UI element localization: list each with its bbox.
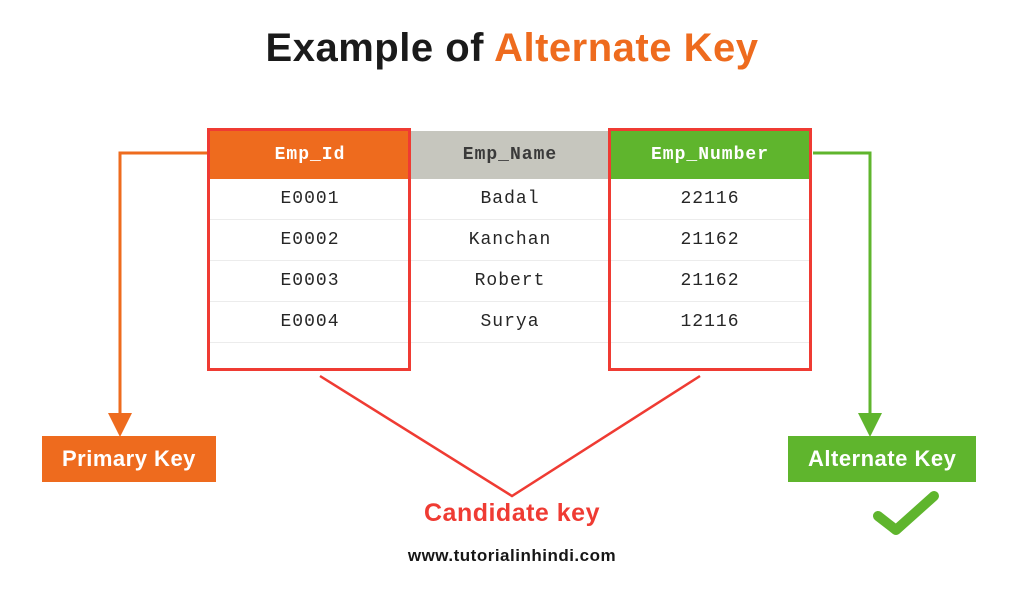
cell-empname: Badal [410, 179, 610, 220]
cell-empid: E0002 [210, 220, 410, 261]
footer-link: www.tutorialinhindi.com [0, 546, 1024, 566]
cell-empid: E0001 [210, 179, 410, 220]
example-table: Emp_Id Emp_Name Emp_Number E0001 Badal 2… [210, 131, 810, 343]
cell-empname: Kanchan [410, 220, 610, 261]
table-row: E0001 Badal 22116 [210, 179, 810, 220]
table-row: E0002 Kanchan 21162 [210, 220, 810, 261]
cell-empid: E0003 [210, 261, 410, 302]
title-part2: Alternate Key [494, 26, 758, 70]
title-part1: Example of [266, 26, 495, 70]
col-header-empid: Emp_Id [210, 131, 410, 179]
page-title: Example of Alternate Key [0, 26, 1024, 71]
v-connector-candidate-key [320, 376, 700, 496]
cell-empname: Robert [410, 261, 610, 302]
table-header-row: Emp_Id Emp_Name Emp_Number [210, 131, 810, 179]
checkmark-icon [872, 488, 942, 538]
alternate-key-label: Alternate Key [788, 436, 976, 482]
example-table-wrap: Emp_Id Emp_Name Emp_Number E0001 Badal 2… [210, 131, 810, 343]
cell-empnumber: 12116 [610, 302, 810, 343]
col-header-empname: Emp_Name [410, 131, 610, 179]
primary-key-label: Primary Key [42, 436, 216, 482]
cell-empnumber: 21162 [610, 220, 810, 261]
col-header-empnumber: Emp_Number [610, 131, 810, 179]
cell-empname: Surya [410, 302, 610, 343]
table-row: E0003 Robert 21162 [210, 261, 810, 302]
cell-empid: E0004 [210, 302, 410, 343]
arrow-primary-key [120, 153, 207, 428]
table-row: E0004 Surya 12116 [210, 302, 810, 343]
cell-empnumber: 21162 [610, 261, 810, 302]
arrow-alternate-key [813, 153, 870, 428]
candidate-key-label: Candidate key [0, 499, 1024, 528]
cell-empnumber: 22116 [610, 179, 810, 220]
